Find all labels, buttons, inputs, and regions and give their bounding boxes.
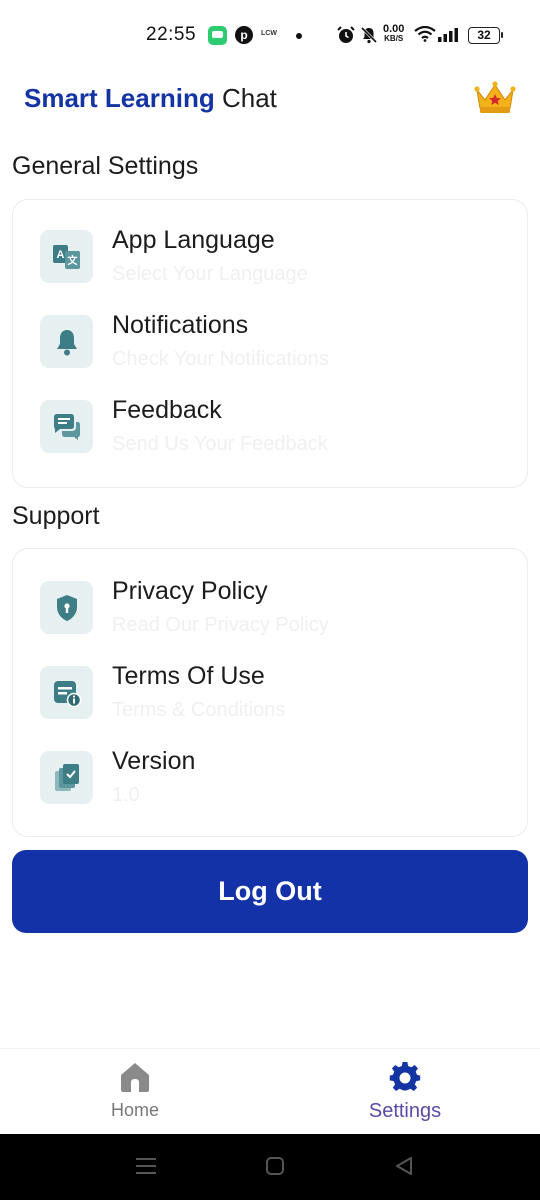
pinterest-icon: p — [235, 26, 253, 44]
carrier-tag: LCW — [261, 30, 277, 37]
status-time: 22:55 — [146, 24, 197, 45]
settings-row-feedback[interactable]: Feedback Send Us Your Feedback — [13, 396, 527, 466]
status-bar: 22:55 p LCW 0.00 KB/S 32 — [0, 0, 540, 70]
menu-icon[interactable] — [136, 1156, 156, 1181]
nav-home-label: Home — [110, 1100, 159, 1120]
battery-icon: 32 — [468, 27, 503, 44]
row-subtitle: Send Us Your Feedback — [112, 433, 328, 455]
row-subtitle: Select Your Language — [112, 263, 308, 285]
net-speed: 0.00 KB/S — [383, 23, 405, 44]
app-title: Smart Learning Chat — [24, 78, 516, 118]
nav-home[interactable]: Home — [60, 1061, 210, 1121]
nav-settings[interactable]: Settings — [330, 1061, 480, 1123]
svg-text:文: 文 — [67, 254, 78, 267]
nav-settings-label: Settings — [368, 1100, 442, 1122]
gear-icon — [389, 1061, 421, 1092]
shield-icon — [40, 581, 93, 634]
message-icon — [208, 26, 227, 45]
bell-icon — [40, 315, 93, 368]
bottom-navigation: Home Settings — [0, 1048, 540, 1134]
support-card: Privacy Policy Read Our Privacy Policy T… — [12, 548, 528, 837]
signal-icon — [438, 28, 460, 47]
settings-row-notifications[interactable]: Notifications Check Your Notifications — [13, 311, 527, 381]
copy-check-icon — [40, 751, 93, 804]
settings-row-app-language[interactable]: A 文 App Language Select Your Language — [13, 226, 527, 296]
row-title: Privacy Policy — [112, 577, 268, 605]
wifi-icon — [414, 25, 436, 47]
app-title-strong: Smart Learning — [24, 83, 215, 113]
settings-row-terms-of-use[interactable]: Terms Of Use Terms & Conditions — [13, 662, 527, 732]
row-title: Version — [112, 747, 196, 775]
section-title-support: Support — [12, 502, 100, 530]
home-icon — [121, 1063, 149, 1092]
settings-row-version[interactable]: Version 1.0 — [13, 747, 527, 817]
section-title-general: General Settings — [12, 152, 199, 180]
crown-icon[interactable] — [474, 80, 516, 116]
back-triangle-icon[interactable] — [394, 1156, 414, 1181]
home-square-icon[interactable] — [265, 1156, 285, 1181]
general-settings-card: A 文 App Language Select Your Language No… — [12, 199, 528, 488]
system-navigation-bar — [0, 1134, 540, 1200]
alarm-icon — [337, 26, 355, 49]
row-title: Terms Of Use — [112, 662, 265, 690]
row-subtitle: Check Your Notifications — [112, 348, 329, 370]
svg-text:A: A — [56, 249, 64, 261]
app-header: Smart Learning Chat — [24, 78, 516, 122]
mute-icon — [360, 26, 378, 49]
notification-dot-icon — [296, 33, 302, 39]
settings-row-privacy-policy[interactable]: Privacy Policy Read Our Privacy Policy — [13, 577, 527, 647]
row-subtitle: Terms & Conditions — [112, 699, 286, 721]
app-title-light: Chat — [221, 83, 277, 113]
row-title: Feedback — [112, 396, 222, 424]
chat-bubbles-icon — [40, 400, 93, 453]
row-subtitle: Read Our Privacy Policy — [112, 614, 329, 636]
row-title: App Language — [112, 226, 275, 254]
row-subtitle: 1.0 — [112, 784, 140, 806]
translate-icon: A 文 — [40, 230, 93, 283]
document-info-icon — [40, 666, 93, 719]
logout-button[interactable]: Log Out — [12, 850, 528, 933]
row-title: Notifications — [112, 311, 249, 339]
